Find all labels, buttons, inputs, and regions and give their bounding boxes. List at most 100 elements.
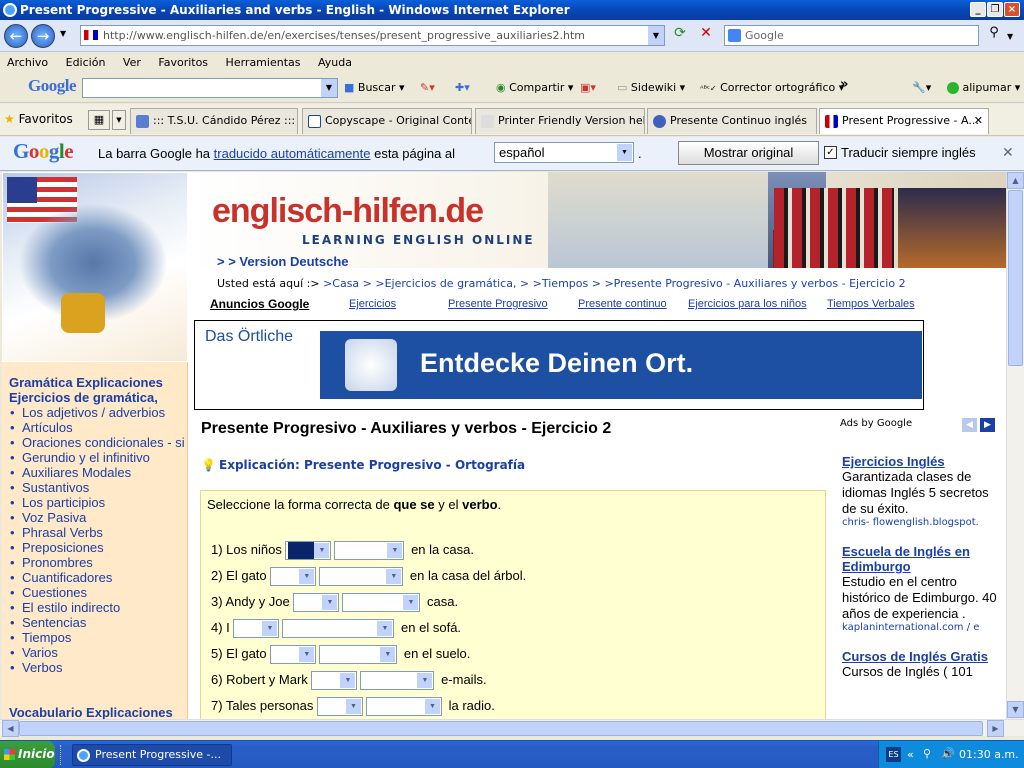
link-ejercicios-ninos[interactable]: Ejercicios para los niños: [688, 298, 807, 310]
horizontal-scrollbar[interactable]: ◀ ▶: [0, 719, 1024, 737]
address-dropdown-icon[interactable]: ▼: [648, 26, 664, 45]
verb-select[interactable]: [319, 567, 404, 586]
tab-printer[interactable]: Printer Friendly Version hel...: [475, 108, 645, 134]
auxiliary-select[interactable]: [311, 671, 358, 690]
sidebar-item[interactable]: Cuestiones: [2, 585, 188, 600]
minimize-button[interactable]: _: [970, 2, 986, 17]
sidebar-item[interactable]: Sentencias: [2, 615, 188, 630]
translated-link[interactable]: traducido automáticamente: [214, 146, 371, 161]
ad-title[interactable]: Escuela de Inglés en Edimburgo: [842, 544, 1002, 574]
menu-edicion[interactable]: Edición: [59, 53, 113, 72]
ad-title[interactable]: Cursos de Inglés Gratis: [842, 649, 1002, 664]
ads-prev-icon[interactable]: ◀: [962, 418, 977, 432]
ad-banner[interactable]: Das Örtliche Entdecke Deinen Ort.: [194, 320, 924, 410]
close-window-button[interactable]: ×: [1004, 2, 1020, 17]
sidebar-item[interactable]: Tiempos: [2, 630, 188, 645]
ad-url[interactable]: kaplaninternational.com / e: [842, 622, 1002, 633]
google-toolbar-logo[interactable]: Google: [28, 76, 77, 96]
google-ads-link[interactable]: Anuncios Google: [210, 297, 309, 311]
menu-favoritos[interactable]: Favoritos: [151, 53, 215, 72]
maximize-button[interactable]: ❐: [987, 2, 1003, 17]
menu-archivo[interactable]: Archivo: [0, 53, 55, 72]
ad-url[interactable]: chris- flowenglish.blogspot.: [842, 517, 1002, 528]
back-button[interactable]: ←: [4, 24, 28, 48]
sidebar-heading-vocabulario[interactable]: Vocabulario Explicaciones: [9, 705, 173, 719]
ads-by-google-label[interactable]: Ads by Google: [840, 418, 912, 429]
scroll-left-icon[interactable]: ◀: [2, 720, 19, 737]
sidebar-item[interactable]: Gerundio y el infinitivo: [2, 450, 188, 465]
explanation-link[interactable]: Presente Progresivo: [304, 458, 442, 472]
tab-copyscape[interactable]: Copyscape - Original Conte...: [302, 108, 472, 134]
corrector-button[interactable]: ᴬᴮᶜ✓ Corrector ortográfico ▾: [700, 81, 844, 94]
favorites-button[interactable]: ★ Favoritos: [4, 112, 73, 126]
menu-ayuda[interactable]: Ayuda: [311, 53, 359, 72]
link-presente-progresivo[interactable]: Presente Progresivo: [448, 298, 548, 310]
auxiliary-select[interactable]: [270, 567, 317, 586]
ads-next-icon[interactable]: ▶: [980, 418, 995, 432]
google-toolbar-search[interactable]: [82, 78, 338, 98]
verb-select[interactable]: [342, 593, 421, 612]
link-tiempos-verbales[interactable]: Tiempos Verbales: [827, 298, 915, 310]
quick-tabs-icon[interactable]: ▦: [88, 110, 110, 130]
sidewiki-button[interactable]: ▭ Sidewiki ▾: [617, 81, 685, 94]
sidebar-item[interactable]: El estilo indirecto: [2, 600, 188, 615]
sidebar-item[interactable]: Los adjetivos / adverbios: [2, 405, 188, 420]
sidebar-heading-ejercicios[interactable]: Ejercicios de gramática,: [9, 390, 158, 405]
verb-select[interactable]: [282, 619, 395, 638]
vertical-scroll-thumb[interactable]: [1008, 190, 1023, 366]
more-chevron-icon[interactable]: »: [840, 77, 848, 92]
site-name[interactable]: englisch-hilfen.de: [212, 192, 484, 231]
sidebar-item[interactable]: Auxiliares Modales: [2, 465, 188, 480]
sidebar-item[interactable]: Cuantificadores: [2, 570, 188, 585]
link-presente-continuo[interactable]: Presente continuo: [578, 298, 667, 310]
translate-icon[interactable]: ▣▾: [580, 81, 596, 94]
taskbar-task-ie[interactable]: Present Progressive -...: [72, 744, 232, 766]
wrench-icon[interactable]: 🔧▾: [912, 81, 931, 94]
link-ejercicios[interactable]: Ejercicios: [349, 298, 396, 310]
auxiliary-select[interactable]: [285, 541, 332, 560]
network-icon[interactable]: ⚲: [923, 747, 931, 760]
tab-presente-continuo[interactable]: Presente Continuo inglés: [647, 108, 817, 134]
tab-tsu[interactable]: ::: T.S.U. Cándido Pérez :::: [130, 108, 298, 134]
close-tab-icon[interactable]: ✕: [974, 114, 983, 127]
horizontal-scroll-thumb[interactable]: [19, 721, 983, 736]
show-original-button[interactable]: Mostrar original: [678, 141, 819, 165]
language-indicator[interactable]: ES: [886, 747, 901, 762]
vertical-scrollbar[interactable]: ▲ ▼: [1006, 172, 1024, 719]
auxiliary-select[interactable]: [270, 645, 317, 664]
sidebar-item[interactable]: Oraciones condicionales - si: [2, 435, 188, 450]
version-deutsche-link[interactable]: > > Version Deutsche: [217, 254, 349, 269]
verb-select[interactable]: [319, 645, 398, 664]
bookmark-icon[interactable]: ✎▾: [420, 81, 435, 94]
menu-ver[interactable]: Ver: [116, 53, 148, 72]
buscar-button[interactable]: ■ Buscar ▾: [344, 81, 405, 94]
tray-expand-icon[interactable]: «: [907, 748, 914, 761]
auxiliary-select[interactable]: [293, 593, 340, 612]
scroll-down-icon[interactable]: ▼: [1007, 701, 1024, 718]
forward-button[interactable]: →: [31, 24, 55, 48]
verb-select[interactable]: [360, 671, 435, 690]
language-select[interactable]: español ▼: [494, 142, 634, 163]
plus-icon[interactable]: ✚▾: [455, 81, 470, 94]
account-button[interactable]: alipumar ▾: [947, 81, 1020, 94]
sidebar-item[interactable]: Sustantivos: [2, 480, 188, 495]
verb-select[interactable]: [366, 697, 442, 716]
search-input[interactable]: Google: [724, 25, 979, 46]
sidebar-item[interactable]: Verbos: [2, 660, 188, 675]
auxiliary-select[interactable]: [317, 697, 363, 716]
sidebar-item[interactable]: Pronombres: [2, 555, 188, 570]
history-dropdown-icon[interactable]: ▼: [60, 29, 66, 38]
scroll-up-icon[interactable]: ▲: [1007, 172, 1024, 189]
sidebar-item[interactable]: Phrasal Verbs: [2, 525, 188, 540]
close-translate-icon[interactable]: ✕: [1002, 144, 1014, 161]
sidebar-item[interactable]: Voz Pasiva: [2, 510, 188, 525]
clock[interactable]: 01:30 a.m.: [959, 748, 1019, 761]
tab-present-progressive[interactable]: Present Progressive - A... ✕: [819, 108, 989, 134]
auxiliary-select[interactable]: [233, 619, 280, 638]
breadcrumb-item[interactable]: >Tiempos >: [533, 277, 601, 290]
breadcrumb-item[interactable]: >Ejercicios de gramática, >: [375, 277, 529, 290]
breadcrumb-item[interactable]: >Presente Progresivo - Auxiliares y verb…: [604, 277, 905, 290]
sidebar-item[interactable]: Los participios: [2, 495, 188, 510]
sidebar-item[interactable]: Varios: [2, 645, 188, 660]
tab-list-dropdown-icon[interactable]: ▼: [112, 110, 126, 130]
